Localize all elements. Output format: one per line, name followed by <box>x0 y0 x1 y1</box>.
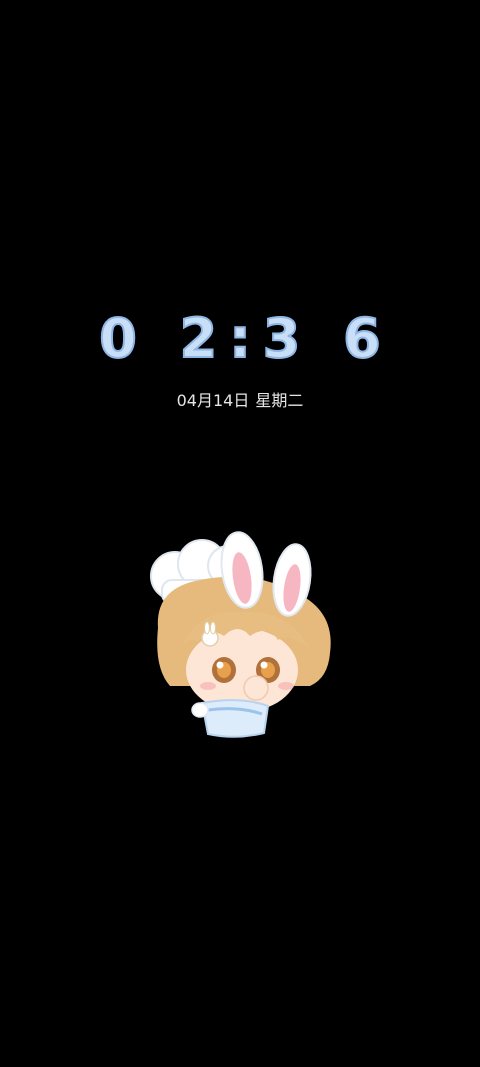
clock-time: 0 2:3 6 <box>98 306 393 371</box>
weekday-text: 星期二 <box>255 391 304 410</box>
date-text: 04月14日 <box>176 391 250 410</box>
lock-screen: 0 2:3 6 04月14日 星期二 <box>0 0 480 1067</box>
date-line: 04月14日 星期二 <box>0 390 480 412</box>
bunny-chef-character-icon <box>150 531 331 738</box>
